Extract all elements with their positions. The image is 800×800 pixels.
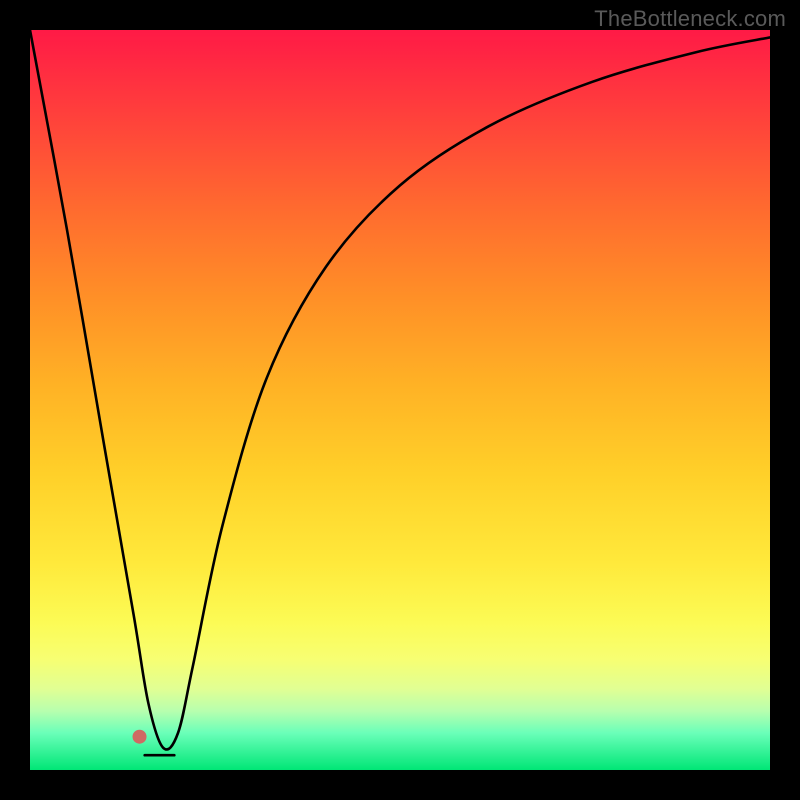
chart-frame: TheBottleneck.com: [0, 0, 800, 800]
optimal-dot: [133, 730, 147, 744]
plot-area: [30, 30, 770, 770]
watermark-text: TheBottleneck.com: [594, 6, 786, 32]
curve-svg: [30, 30, 770, 770]
bottleneck-curve: [30, 30, 770, 749]
